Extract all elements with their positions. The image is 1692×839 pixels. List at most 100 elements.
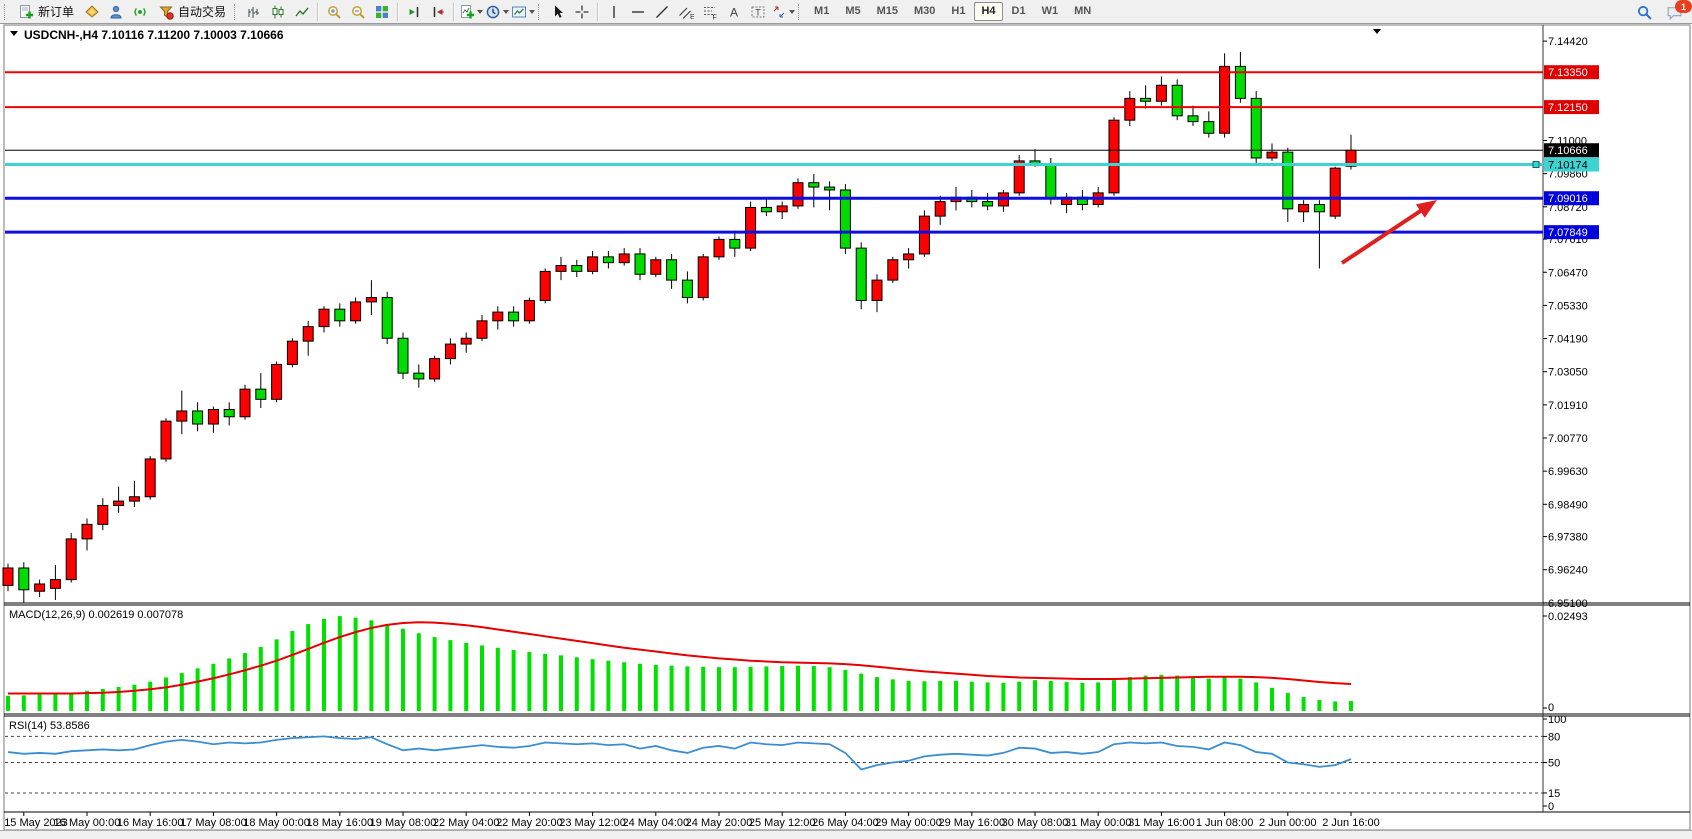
timeframe-button-w1[interactable]: W1 bbox=[1035, 2, 1066, 21]
timeframe-button-m30[interactable]: M30 bbox=[907, 2, 942, 21]
bear-candle bbox=[193, 411, 203, 424]
bull-candle bbox=[461, 338, 471, 344]
zoom-in-icon bbox=[326, 4, 342, 20]
bar-chart-button[interactable] bbox=[242, 1, 266, 23]
macd-histogram-bar bbox=[1049, 681, 1053, 711]
rsi-axis-label: 100 bbox=[1548, 714, 1566, 726]
macd-histogram-bar bbox=[496, 648, 500, 711]
equidistant-channel-icon: E bbox=[678, 4, 694, 20]
text-label-tool-button[interactable]: T bbox=[746, 1, 770, 23]
bar-chart-icon bbox=[246, 4, 262, 20]
main-toolbar: 新订单 自动交易 bbox=[0, 0, 1692, 24]
date-label: 16 May 16:00 bbox=[117, 817, 184, 829]
macd-histogram-bar bbox=[243, 653, 247, 711]
bear-candle bbox=[1235, 66, 1245, 98]
toolbar-separator bbox=[453, 3, 455, 21]
macd-histogram-bar bbox=[164, 677, 168, 711]
support-badge-label: 7.07849 bbox=[1548, 227, 1588, 239]
svg-text:E: E bbox=[690, 14, 694, 20]
metaeditor-button[interactable] bbox=[104, 1, 128, 23]
notification-badge: 1 bbox=[1675, 0, 1692, 13]
date-label: 2 Jun 00:00 bbox=[1259, 817, 1317, 829]
date-label: 1 Jun 08:00 bbox=[1196, 817, 1254, 829]
autotrade-button[interactable]: 自动交易 bbox=[152, 1, 232, 23]
search-button[interactable] bbox=[1632, 1, 1656, 23]
chart-shift-button[interactable] bbox=[426, 1, 450, 23]
date-label: 26 May 04:00 bbox=[812, 817, 879, 829]
price-tick-label: 6.96240 bbox=[1548, 565, 1588, 577]
templates-button[interactable] bbox=[510, 1, 536, 23]
macd-histogram-bar bbox=[1065, 682, 1069, 711]
date-label: 22 May 20:00 bbox=[496, 817, 563, 829]
macd-histogram-bar bbox=[749, 667, 753, 711]
bear-candle bbox=[667, 260, 677, 280]
autotrade-icon bbox=[158, 4, 174, 20]
macd-histogram-bar bbox=[132, 685, 136, 711]
rsi-axis-label: 50 bbox=[1548, 758, 1560, 770]
bull-candle bbox=[1125, 98, 1135, 120]
timeframe-button-m1[interactable]: M1 bbox=[807, 2, 836, 21]
cursor-tool-button[interactable] bbox=[546, 1, 570, 23]
fibonacci-tool-button[interactable]: F bbox=[698, 1, 722, 23]
macd-histogram-bar bbox=[733, 667, 737, 711]
indicators-button[interactable] bbox=[458, 1, 484, 23]
bear-candle bbox=[983, 202, 993, 206]
chart-canvas[interactable]: 7.144207.110007.098607.087207.076107.064… bbox=[0, 0, 1692, 839]
chart-shift-icon bbox=[430, 4, 446, 20]
bull-candle bbox=[351, 302, 361, 321]
trendline-icon bbox=[654, 4, 670, 20]
styles-button[interactable] bbox=[80, 1, 104, 23]
vertical-line-tool-button[interactable] bbox=[602, 1, 626, 23]
vertical-line-icon bbox=[606, 4, 622, 20]
horizontal-line-tool-button[interactable] bbox=[626, 1, 650, 23]
line-chart-button[interactable] bbox=[290, 1, 314, 23]
periods-button[interactable] bbox=[484, 1, 510, 23]
macd-histogram-bar bbox=[401, 629, 405, 711]
date-label: 24 May 20:00 bbox=[686, 817, 753, 829]
toolbar-grip bbox=[798, 4, 803, 20]
bull-candle bbox=[430, 359, 440, 379]
macd-histogram-bar bbox=[180, 673, 184, 711]
tile-windows-button[interactable] bbox=[370, 1, 394, 23]
macd-histogram-bar bbox=[512, 650, 516, 711]
macd-histogram-bar bbox=[1017, 682, 1021, 711]
arrows-tool-button[interactable] bbox=[770, 1, 796, 23]
timeframe-button-h1[interactable]: H1 bbox=[944, 2, 972, 21]
trendline-tool-button[interactable] bbox=[650, 1, 674, 23]
line-handle[interactable] bbox=[1533, 162, 1539, 168]
macd-histogram-bar bbox=[259, 647, 263, 711]
timeframe-button-h4[interactable]: H4 bbox=[974, 2, 1002, 21]
zoom-in-button[interactable] bbox=[322, 1, 346, 23]
macd-histogram-bar bbox=[559, 655, 563, 711]
macd-histogram-bar bbox=[1080, 683, 1084, 711]
autotrade-label: 自动交易 bbox=[178, 3, 226, 20]
price-tick-label: 7.03050 bbox=[1548, 367, 1588, 379]
candlestick-chart-button[interactable] bbox=[266, 1, 290, 23]
macd-histogram-bar bbox=[1112, 680, 1116, 711]
bull-candle bbox=[114, 501, 124, 505]
bear-candle bbox=[509, 312, 519, 321]
horizontal-line-icon bbox=[630, 4, 646, 20]
text-tool-button[interactable]: A bbox=[722, 1, 746, 23]
macd-histogram-bar bbox=[970, 682, 974, 711]
indicators-dropdown-caret bbox=[477, 10, 483, 17]
templates-icon bbox=[511, 4, 527, 20]
auto-scroll-button[interactable] bbox=[402, 1, 426, 23]
timeframe-button-d1[interactable]: D1 bbox=[1005, 2, 1033, 21]
bear-candle bbox=[1314, 205, 1324, 212]
crosshair-tool-button[interactable] bbox=[570, 1, 594, 23]
zoom-out-button[interactable] bbox=[346, 1, 370, 23]
equidistant-channel-tool-button[interactable]: E bbox=[674, 1, 698, 23]
signals-button[interactable] bbox=[128, 1, 152, 23]
timeframe-button-mn[interactable]: MN bbox=[1067, 2, 1098, 21]
notifications-button[interactable]: 1 bbox=[1662, 1, 1686, 23]
timeframe-button-m5[interactable]: M5 bbox=[838, 2, 867, 21]
timeframe-button-m15[interactable]: M15 bbox=[870, 2, 905, 21]
macd-histogram-bar bbox=[654, 665, 658, 711]
arrows-icon bbox=[771, 4, 787, 20]
macd-histogram-bar bbox=[1349, 701, 1353, 711]
bear-candle bbox=[414, 373, 424, 379]
date-label: 17 May 08:00 bbox=[180, 817, 247, 829]
new-order-button[interactable]: 新订单 bbox=[12, 1, 80, 23]
fibonacci-icon: F bbox=[702, 4, 718, 20]
